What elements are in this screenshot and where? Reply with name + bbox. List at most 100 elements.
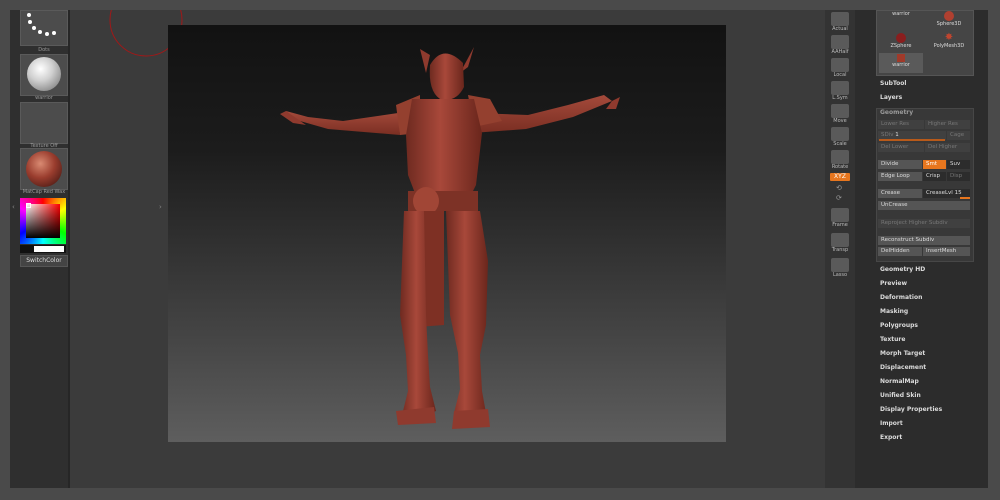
tool-polymesh3d-label: PolyMesh3D xyxy=(933,43,965,49)
edge-loop-button[interactable]: Edge Loop xyxy=(878,172,922,181)
sdiv-label: SDiv xyxy=(881,132,894,138)
aahalf-button[interactable]: AAHalf xyxy=(828,35,852,56)
crease-button[interactable]: Crease xyxy=(878,189,922,198)
divide-button[interactable]: Divide xyxy=(878,160,922,169)
menu-display-properties[interactable]: Display Properties xyxy=(880,406,942,413)
move-label: Move xyxy=(833,118,847,124)
texture-tile[interactable]: Texture Off xyxy=(20,102,68,149)
warrior-thumb-icon xyxy=(897,54,905,62)
canvas-viewport[interactable] xyxy=(168,25,726,442)
aahalf-label: AAHalf xyxy=(831,49,849,55)
tool-warrior-label: warrior xyxy=(892,11,910,17)
del-higher-button[interactable]: Del Higher xyxy=(925,143,970,152)
rotate-icon xyxy=(831,150,849,164)
crisp-toggle[interactable]: Crisp xyxy=(923,172,946,181)
reproject-higher-subdiv-button[interactable]: Reproject Higher Subdiv xyxy=(878,219,970,228)
menu-export[interactable]: Export xyxy=(880,434,902,441)
transp-label: Transp xyxy=(831,247,849,253)
menu-polygroups[interactable]: Polygroups xyxy=(880,322,918,329)
tool-warrior-2[interactable]: warrior xyxy=(879,53,923,73)
cage-button[interactable]: Cage xyxy=(947,131,970,140)
scale-label: Scale xyxy=(833,141,847,147)
rotate-z-icon[interactable]: ⟳ xyxy=(836,194,842,202)
menu-geometry[interactable]: Geometry xyxy=(880,109,913,116)
matcap-sphere-icon xyxy=(26,151,62,187)
main-secondary-color[interactable] xyxy=(20,245,66,253)
local-label: Local xyxy=(833,72,847,78)
matcap-tile-label: MatCap Red Wax xyxy=(22,189,66,195)
menu-import[interactable]: Import xyxy=(880,420,903,427)
crease-lvl-label: CreaseLvl xyxy=(926,190,953,196)
scale-button[interactable]: Scale xyxy=(828,127,852,148)
sphere3d-icon xyxy=(944,11,954,21)
tool-palette: warrior Sphere3D ZSphere ✸ PolyMesh3D wa… xyxy=(876,10,974,76)
color-cursor xyxy=(26,203,31,208)
tool-warrior[interactable]: warrior xyxy=(879,11,923,31)
warrior-model xyxy=(280,47,620,429)
rotate-y-icon[interactable]: ⟲ xyxy=(836,184,842,192)
tool-sphere3d[interactable]: Sphere3D xyxy=(927,11,971,31)
actual-button[interactable]: Actual xyxy=(828,12,852,33)
material-tile-label: warrior xyxy=(35,95,53,101)
menu-normalmap[interactable]: NormalMap xyxy=(880,378,919,385)
matcap-tile[interactable]: MatCap Red Wax xyxy=(20,148,68,195)
tool-zsphere-label: ZSphere xyxy=(890,43,912,49)
menu-displacement[interactable]: Displacement xyxy=(880,364,926,371)
color-picker[interactable] xyxy=(20,198,66,244)
frame-button[interactable]: Frame xyxy=(828,208,852,229)
xyz-button[interactable]: XYZ xyxy=(830,173,850,181)
disp-toggle[interactable]: Disp xyxy=(947,172,970,181)
del-lower-button[interactable]: Del Lower xyxy=(878,143,924,152)
collapse-left-icon[interactable]: ‹ xyxy=(12,203,15,211)
lasso-label: Lasso xyxy=(832,272,848,278)
menu-deformation[interactable]: Deformation xyxy=(880,294,922,301)
delhidden-button[interactable]: DelHidden xyxy=(878,247,922,256)
material-tile[interactable]: warrior xyxy=(20,54,68,101)
menu-morph-target[interactable]: Morph Target xyxy=(880,350,925,357)
rotate-button[interactable]: Rotate xyxy=(828,150,852,171)
saturation-square[interactable] xyxy=(26,204,60,238)
higher-res-button[interactable]: Higher Res xyxy=(925,120,970,129)
move-icon xyxy=(831,104,849,118)
transp-icon xyxy=(831,233,849,247)
menu-preview[interactable]: Preview xyxy=(880,280,907,287)
menu-subtool[interactable]: SubTool xyxy=(880,80,906,87)
tool-polymesh3d[interactable]: ✸ PolyMesh3D xyxy=(927,33,971,53)
lasso-button[interactable]: Lasso xyxy=(828,258,852,279)
insertmesh-button[interactable]: InsertMesh xyxy=(923,247,970,256)
local-icon xyxy=(831,58,849,72)
frame-cube-icon xyxy=(831,208,849,222)
frame-label: Frame xyxy=(832,222,848,228)
secondary-color-swatch[interactable] xyxy=(34,246,64,252)
uncrease-button[interactable]: UnCrease xyxy=(878,201,970,210)
menu-texture[interactable]: Texture xyxy=(880,336,905,343)
suv-toggle[interactable]: Suv xyxy=(947,160,970,169)
menu-geometry-hd[interactable]: Geometry HD xyxy=(880,266,925,273)
local-button[interactable]: Local xyxy=(828,58,852,79)
brush-tile[interactable]: Dots xyxy=(20,10,68,53)
menu-unified-skin[interactable]: Unified Skin xyxy=(880,392,921,399)
zoom-aahalf-icon xyxy=(831,35,849,49)
lsym-icon xyxy=(831,81,849,95)
rotate-label: Rotate xyxy=(831,164,849,170)
move-button[interactable]: Move xyxy=(828,104,852,125)
lower-res-button[interactable]: Lower Res xyxy=(878,120,924,129)
sdiv-slider-track xyxy=(879,139,945,141)
menu-layers[interactable]: Layers xyxy=(880,94,902,101)
dots-stroke-icon xyxy=(27,13,56,36)
tool-warrior-2-label: warrior xyxy=(892,62,910,68)
lasso-icon xyxy=(831,258,849,272)
tool-zsphere[interactable]: ZSphere xyxy=(879,33,923,53)
left-shelf-divider xyxy=(68,10,70,488)
switch-color-button[interactable]: SwitchColor xyxy=(20,255,68,267)
menu-masking[interactable]: Masking xyxy=(880,308,908,315)
smt-toggle[interactable]: Smt xyxy=(923,160,946,169)
zbrush-window: Dots warrior Texture Off MatCap Red Wax … xyxy=(10,10,988,488)
lsym-button[interactable]: L.Sym xyxy=(828,81,852,102)
collapse-canvas-left-icon[interactable]: › xyxy=(159,203,162,211)
polymesh3d-icon: ✸ xyxy=(944,32,954,43)
zoom-actual-icon xyxy=(831,12,849,26)
scale-icon xyxy=(831,127,849,141)
transp-button[interactable]: Transp xyxy=(828,233,852,254)
reconstruct-subdiv-button[interactable]: Reconstruct Subdiv xyxy=(878,236,970,245)
